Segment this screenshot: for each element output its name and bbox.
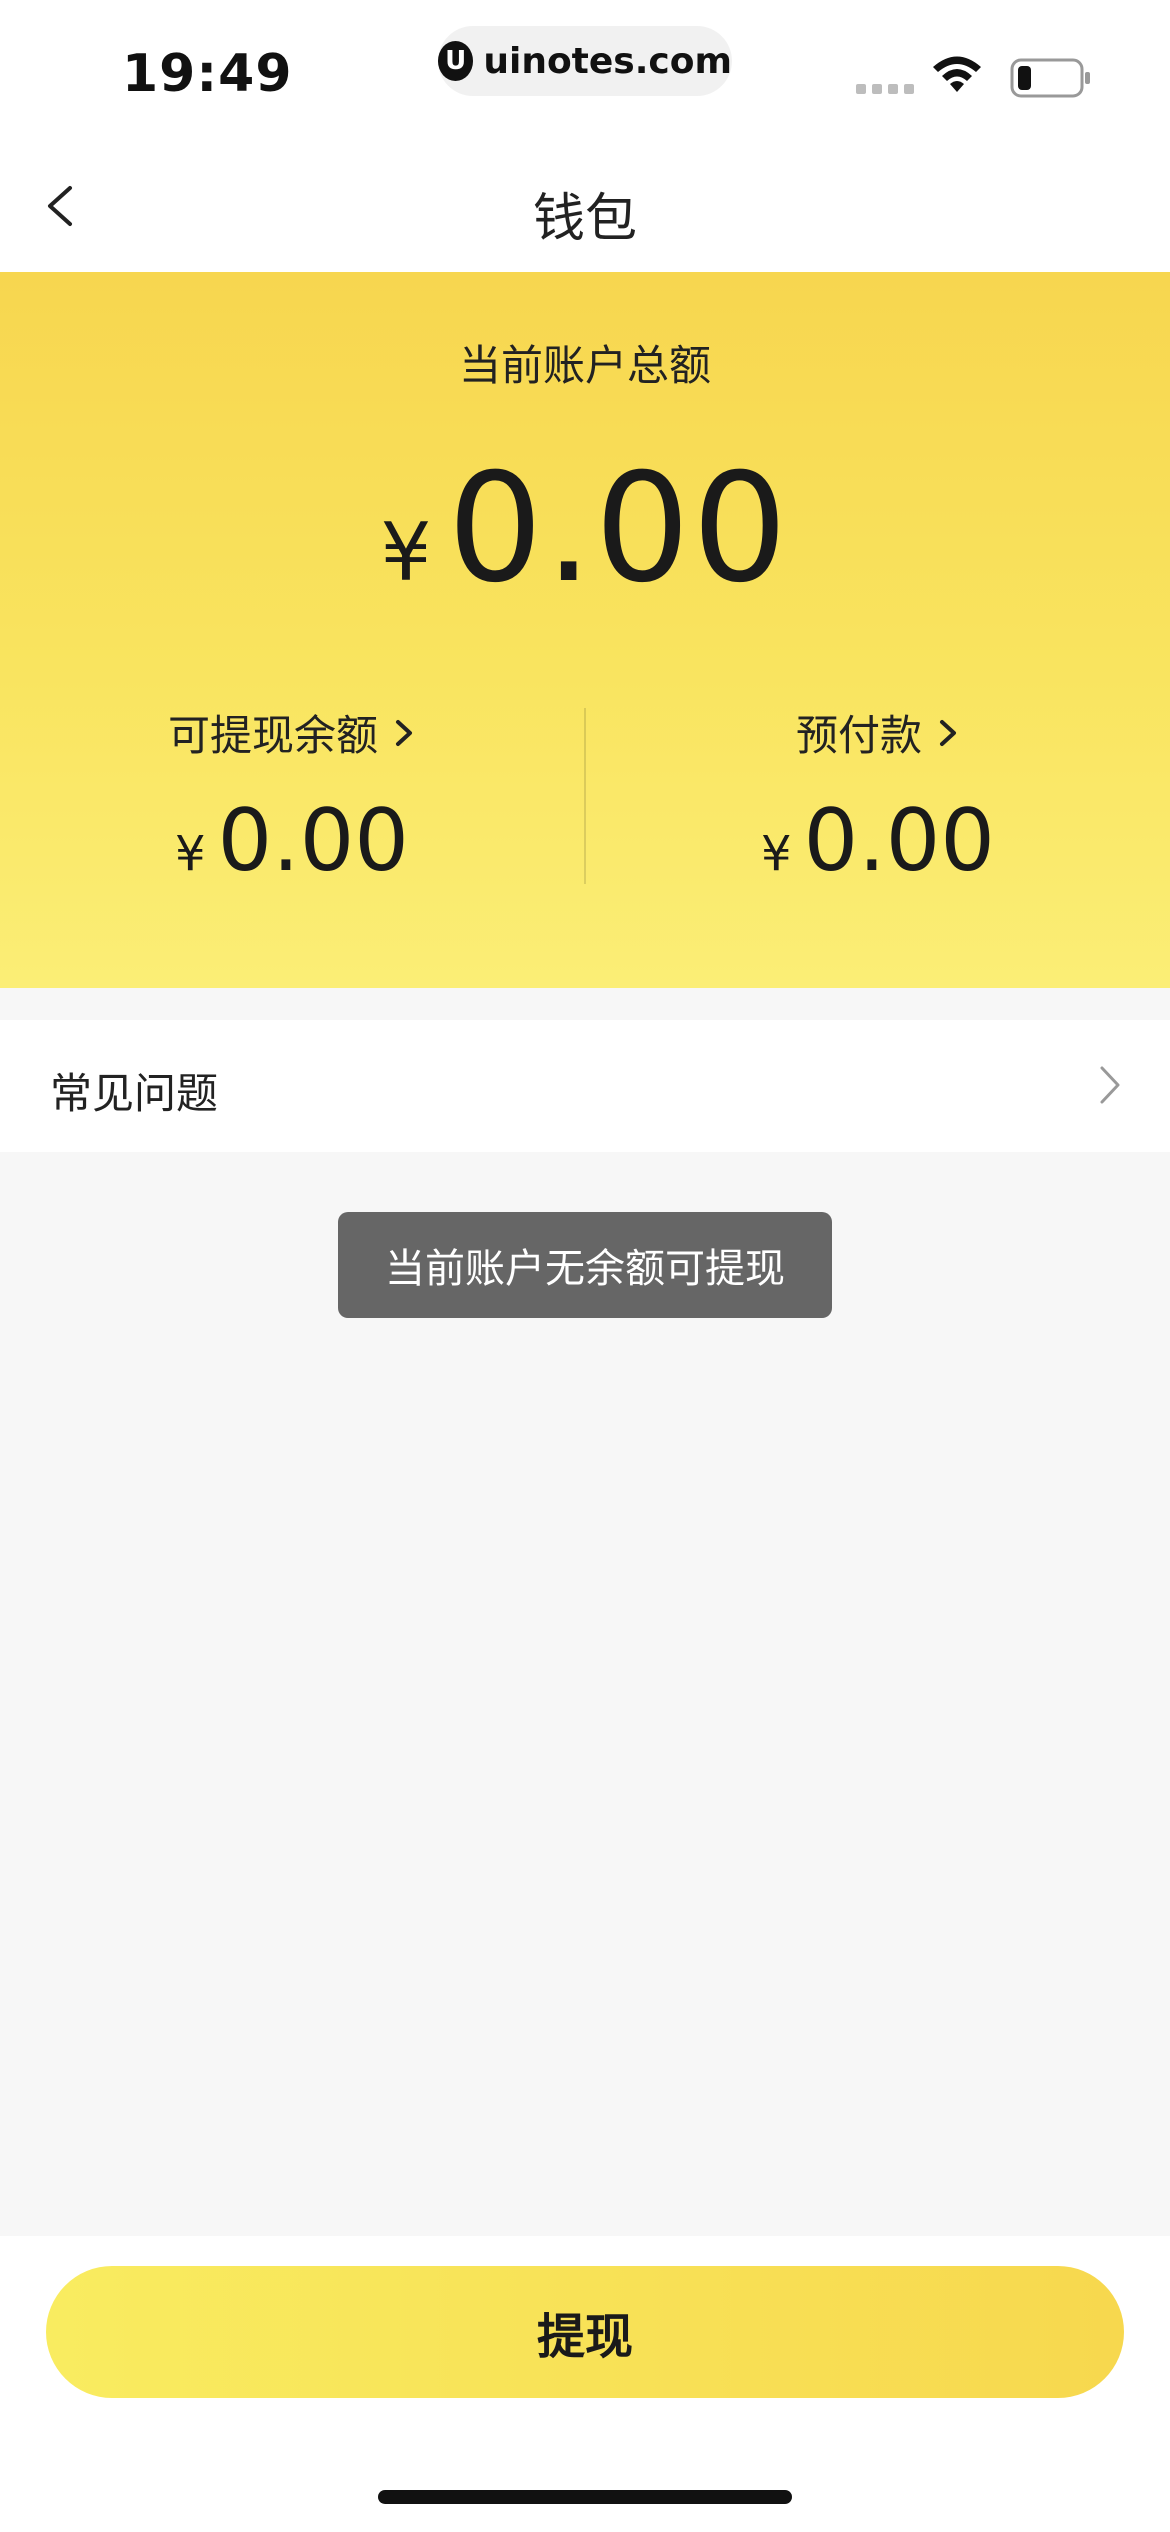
withdrawable-balance-label: 可提现余额	[167, 711, 378, 760]
site-logo-icon: U	[438, 41, 474, 81]
faq-row[interactable]: 常见问题	[0, 1020, 1170, 1152]
prepaid-balance-value: ¥ 0.00	[586, 791, 1170, 891]
wallet-balance-card: 当前账户总额 ¥ 0.00 可提现余额 ¥ 0.00 预付款 ¥ 0.00	[0, 272, 1170, 988]
total-balance-amount: 0.00	[447, 442, 790, 616]
withdrawable-balance[interactable]: 可提现余额 ¥ 0.00	[0, 702, 584, 891]
chevron-right-icon	[396, 719, 412, 746]
faq-label: 常见问题	[50, 1069, 219, 1118]
toast-message: 当前账户无余额可提现	[338, 1212, 832, 1318]
signal-icon	[856, 84, 914, 94]
currency-symbol: ¥	[760, 826, 792, 882]
chevron-right-icon	[1100, 1066, 1120, 1104]
currency-symbol: ¥	[380, 506, 432, 599]
prepaid-balance-amount: 0.00	[803, 791, 996, 891]
home-indicator	[378, 2490, 792, 2504]
nav-bar: 钱包	[0, 140, 1170, 272]
prepaid-balance[interactable]: 预付款 ¥ 0.00	[586, 702, 1170, 891]
prepaid-balance-link[interactable]: 预付款	[586, 702, 1170, 763]
withdraw-button[interactable]: 提现	[46, 2266, 1124, 2398]
status-bar: 19:49 U uinotes.com	[0, 0, 1170, 140]
currency-symbol: ¥	[174, 826, 206, 882]
bottom-action-bar: 提现	[0, 2236, 1170, 2532]
withdrawable-balance-amount: 0.00	[217, 791, 410, 891]
total-balance-label: 当前账户总额	[458, 341, 711, 390]
url-pill[interactable]: U uinotes.com	[438, 26, 732, 96]
page-title: 钱包	[532, 189, 637, 249]
battery-icon	[1010, 58, 1090, 98]
wifi-icon	[933, 56, 981, 92]
withdrawable-balance-link[interactable]: 可提现余额	[0, 702, 584, 763]
chevron-right-icon	[940, 719, 956, 746]
url-text: uinotes.com	[483, 40, 732, 82]
total-balance: ¥ 0.00	[0, 442, 1170, 616]
withdrawable-balance-value: ¥ 0.00	[0, 791, 584, 891]
prepaid-balance-label: 预付款	[795, 711, 922, 760]
status-time: 19:49	[122, 44, 293, 104]
